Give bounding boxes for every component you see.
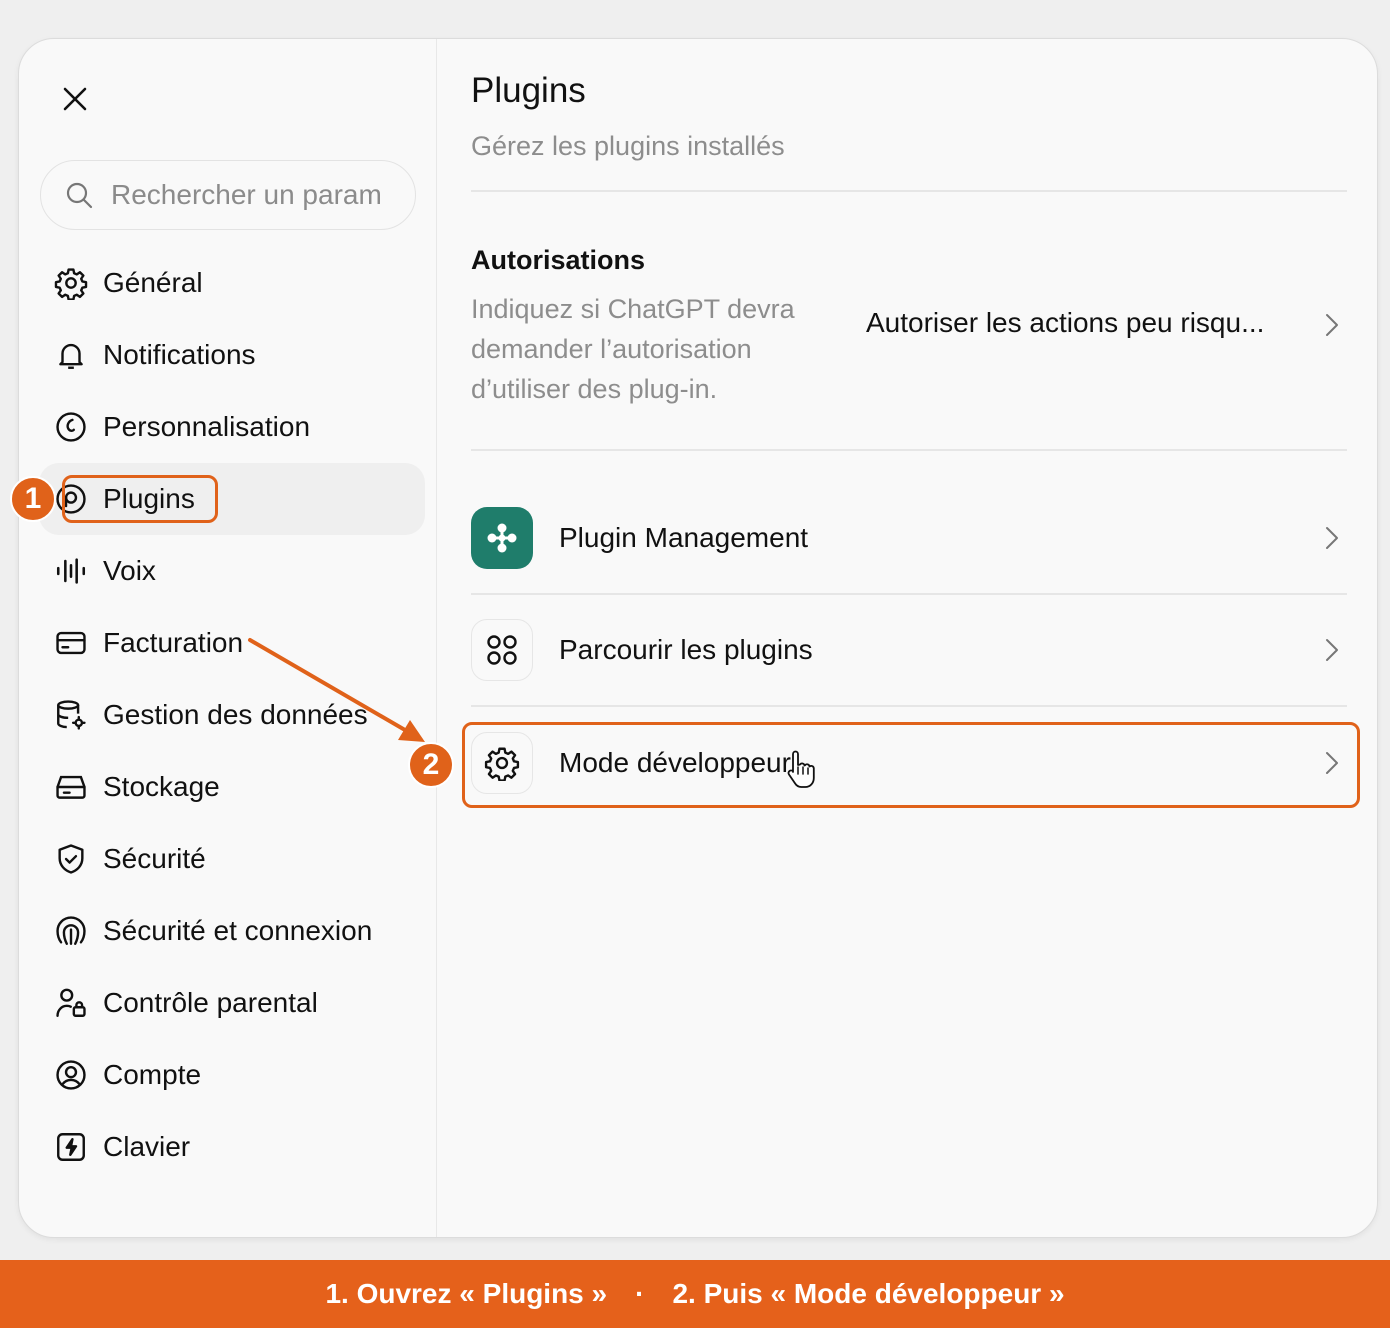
- sidebar-item-billing[interactable]: Facturation: [39, 607, 425, 679]
- gear-icon: [53, 265, 89, 301]
- divider: [471, 190, 1347, 192]
- bell-icon: [53, 337, 89, 373]
- settings-nav: Général Notifications Personnalisation P…: [39, 247, 425, 1183]
- banner-step-1: 1. Ouvrez « Plugins »: [325, 1278, 608, 1309]
- settings-dialog: Général Notifications Personnalisation P…: [18, 38, 1378, 1238]
- sidebar-item-label: Notifications: [103, 339, 256, 370]
- sidebar-item-label: Facturation: [103, 627, 244, 658]
- sidebar-item-label: Stockage: [103, 771, 220, 802]
- row-label: Plugin Management: [559, 522, 809, 553]
- parental-control-icon: [53, 985, 89, 1021]
- page-subtitle: Gérez les plugins installés: [471, 131, 785, 161]
- divider: [471, 449, 1347, 451]
- sidebar-item-label: Personnalisation: [103, 411, 311, 442]
- sidebar-item-general[interactable]: Général: [39, 247, 425, 319]
- credit-card-icon: [53, 625, 89, 661]
- fingerprint-icon: [53, 913, 89, 949]
- voice-waveform-icon: [53, 553, 89, 589]
- step-badge-1: 1: [10, 476, 56, 522]
- keyboard-bolt-icon: [53, 1129, 89, 1165]
- sidebar-item-parental-control[interactable]: Contrôle parental: [39, 967, 425, 1039]
- sidebar-item-label: Contrôle parental: [103, 987, 318, 1018]
- page-title: Plugins: [471, 71, 586, 110]
- banner-separator: ·: [635, 1278, 645, 1309]
- sidebar-item-security[interactable]: Sécurité: [39, 823, 425, 895]
- sidebar-item-keyboard[interactable]: Clavier: [39, 1111, 425, 1183]
- permissions-heading: Autorisations: [471, 245, 646, 275]
- hand-cursor-icon: [787, 750, 815, 788]
- plugins-highlight-box: [62, 475, 218, 523]
- banner-step-2: 2. Puis « Mode développeur »: [672, 1278, 1065, 1309]
- close-icon: [63, 87, 87, 111]
- sidebar-item-label: Voix: [103, 555, 156, 586]
- instruction-banner: 1. Ouvrez « Plugins » · 2. Puis « Mode d…: [0, 1260, 1390, 1328]
- sidebar-item-personalization[interactable]: Personnalisation: [39, 391, 425, 463]
- permissions-description: Indiquez si ChatGPT devra demander l’aut…: [471, 294, 795, 404]
- chevron-right-icon: [1326, 639, 1338, 661]
- search-icon: [66, 182, 93, 209]
- sidebar-item-label: Sécurité: [103, 843, 206, 874]
- settings-sidebar: Général Notifications Personnalisation P…: [19, 39, 437, 1237]
- sidebar-item-notifications[interactable]: Notifications: [39, 319, 425, 391]
- row-label: Parcourir les plugins: [559, 634, 813, 665]
- sidebar-item-label: Gestion des données: [103, 699, 368, 730]
- sidebar-item-label: Sécurité et connexion: [103, 915, 373, 946]
- sidebar-item-label: Compte: [103, 1059, 202, 1090]
- sidebar-item-label: Clavier: [103, 1131, 191, 1162]
- sidebar-item-security-login[interactable]: Sécurité et connexion: [39, 895, 425, 967]
- sidebar-item-voice[interactable]: Voix: [39, 535, 425, 607]
- plugins-panel: Plugins Gérez les plugins installés Auto…: [471, 39, 1347, 1237]
- user-circle-icon: [53, 1057, 89, 1093]
- search-input[interactable]: [111, 179, 401, 211]
- step-badge-2: 2: [408, 742, 454, 788]
- sidebar-item-account[interactable]: Compte: [39, 1039, 425, 1111]
- chevron-right-icon[interactable]: [1323, 311, 1341, 339]
- grid-circles-icon: [471, 619, 533, 681]
- settings-search[interactable]: [40, 160, 416, 230]
- plugin-management-icon: [471, 507, 533, 569]
- sidebar-item-storage[interactable]: Stockage: [39, 751, 425, 823]
- permissions-select[interactable]: Autoriser les actions peu risqu...: [866, 307, 1264, 339]
- storage-icon: [53, 769, 89, 805]
- shield-check-icon: [53, 841, 89, 877]
- personalization-icon: [53, 409, 89, 445]
- sidebar-item-label: Général: [103, 267, 203, 298]
- browse-plugins-row[interactable]: Parcourir les plugins: [471, 594, 1347, 706]
- plugin-management-row[interactable]: Plugin Management: [471, 482, 1347, 594]
- sidebar-item-data-controls[interactable]: Gestion des données: [39, 679, 425, 751]
- database-gear-icon: [53, 697, 89, 733]
- close-button[interactable]: [57, 81, 93, 117]
- developer-mode-highlight-box: [462, 722, 1360, 808]
- chevron-right-icon: [1326, 527, 1338, 549]
